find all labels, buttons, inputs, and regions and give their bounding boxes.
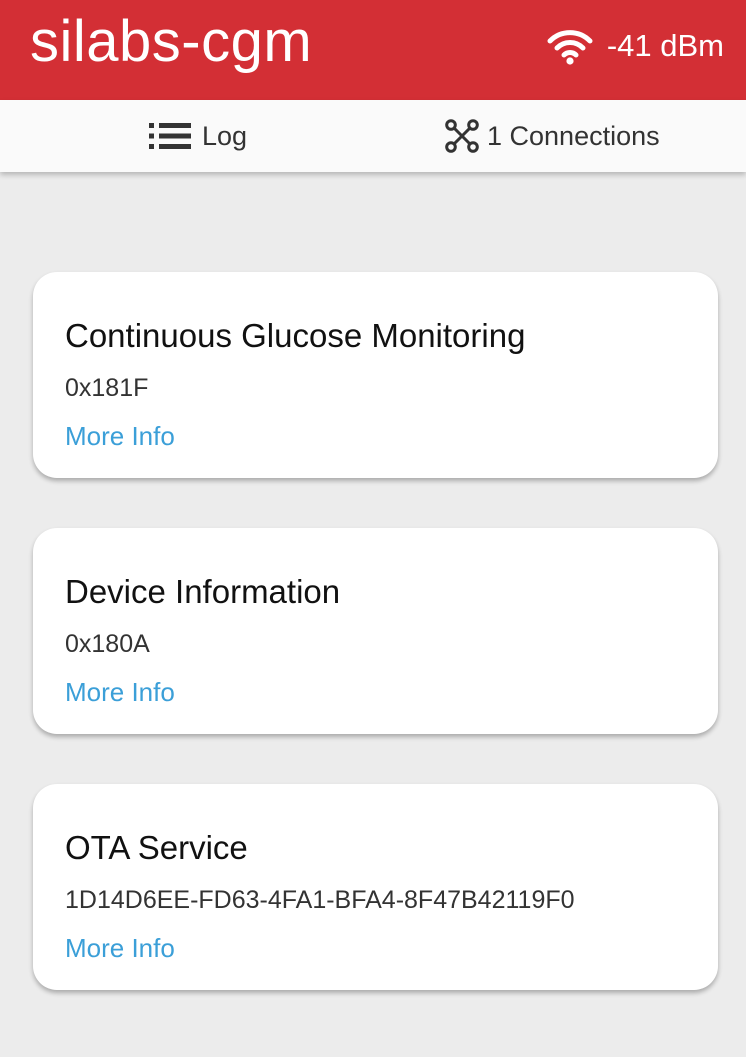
service-uuid: 0x180A bbox=[65, 630, 150, 658]
service-name: OTA Service bbox=[65, 829, 248, 866]
service-card[interactable]: Continuous Glucose Monitoring 0x181F Mor… bbox=[33, 272, 718, 478]
rssi-value: -41 dBm bbox=[606, 28, 724, 63]
signal-strength: -41 dBm bbox=[547, 24, 724, 68]
service-card[interactable]: Device Information 0x180A More Info bbox=[33, 528, 718, 734]
tab-connections-label: 1 Connections bbox=[487, 120, 660, 151]
more-info-link[interactable]: More Info bbox=[65, 932, 175, 964]
service-name: Device Information bbox=[65, 573, 341, 610]
service-uuid: 1D14D6EE-FD63-4FA1-BFA4-8F47B42119F0 bbox=[65, 886, 575, 914]
services-list: Continuous Glucose Monitoring 0x181F Mor… bbox=[0, 172, 746, 1057]
service-name: Continuous Glucose Monitoring bbox=[65, 317, 526, 354]
more-info-link[interactable]: More Info bbox=[65, 676, 175, 708]
more-info-link[interactable]: More Info bbox=[65, 420, 175, 452]
service-card[interactable]: OTA Service 1D14D6EE-FD63-4FA1-BFA4-8F47… bbox=[33, 784, 718, 990]
tab-connections[interactable]: 1 Connections bbox=[445, 100, 660, 172]
tab-log[interactable]: Log bbox=[148, 100, 247, 172]
app-bar: silabs-cgm -41 dBm bbox=[0, 0, 746, 100]
list-icon bbox=[149, 123, 191, 149]
connections-icon bbox=[445, 119, 479, 153]
wifi-icon bbox=[547, 30, 593, 65]
tab-bar: Log 1 Connections bbox=[0, 100, 746, 172]
device-name-title: silabs-cgm bbox=[30, 9, 313, 74]
service-uuid: 0x181F bbox=[65, 374, 149, 402]
tab-log-label: Log bbox=[202, 120, 248, 151]
